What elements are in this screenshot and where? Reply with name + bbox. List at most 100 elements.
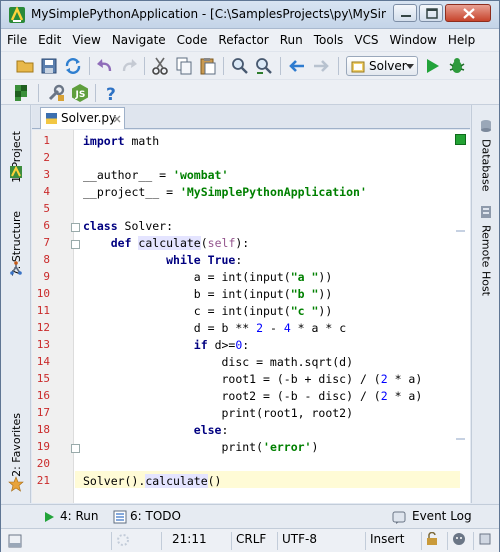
- line-number: 11: [36, 304, 50, 317]
- event-log-button[interactable]: Event Log: [412, 509, 472, 523]
- line-number: 17: [36, 406, 50, 419]
- cut-icon[interactable]: [150, 56, 170, 76]
- favorites-tool-tab[interactable]: 2: Favorites: [3, 410, 29, 480]
- remote-host-tool-tab[interactable]: Remote Host: [475, 221, 497, 299]
- run-tool-icon: [45, 512, 54, 522]
- paste-icon[interactable]: [198, 56, 218, 76]
- right-tool-strip: Database Remote Host: [471, 105, 499, 503]
- menu-tools[interactable]: Tools: [314, 33, 344, 47]
- maximize-icon: [426, 8, 438, 19]
- insert-mode[interactable]: Insert: [365, 532, 421, 550]
- error-stripe-mark[interactable]: [456, 438, 465, 440]
- line-number: 5: [43, 202, 50, 215]
- line-number: 4: [43, 185, 50, 198]
- synchronize-icon[interactable]: [63, 56, 83, 76]
- minimize-button[interactable]: [393, 4, 417, 22]
- menu-window[interactable]: Window: [390, 33, 437, 47]
- debug-bug-icon[interactable]: [447, 56, 467, 76]
- fold-marker[interactable]: [71, 223, 80, 232]
- left-tool-strip: 1: Project 7: Structure 2: Favorites: [1, 105, 31, 503]
- line-number: 2: [43, 151, 50, 164]
- title-bar[interactable]: MySimplePythonApplication - [C:\SamplesP…: [1, 1, 499, 29]
- lock-status[interactable]: [421, 531, 447, 550]
- menu-file[interactable]: File: [7, 33, 27, 47]
- code-line: __project__ = 'MySimplePythonApplication…: [83, 185, 367, 199]
- line-number: 19: [36, 440, 50, 453]
- error-stripe-mark[interactable]: [456, 230, 465, 232]
- secondary-toolbar: JS ?: [1, 79, 499, 105]
- nodejs-icon[interactable]: JS: [70, 83, 90, 103]
- menu-run[interactable]: Run: [280, 33, 303, 47]
- fold-marker[interactable]: [71, 444, 80, 453]
- line-number: 1: [43, 134, 50, 147]
- menu-help[interactable]: Help: [448, 33, 475, 47]
- database-icon: [481, 120, 491, 132]
- save-icon[interactable]: [39, 56, 59, 76]
- menu-view[interactable]: View: [72, 33, 100, 47]
- code-line: root1 = (-b + disc) / (2 * a): [83, 372, 423, 386]
- file-encoding[interactable]: UTF-8: [277, 532, 365, 550]
- fold-marker[interactable]: [71, 240, 80, 249]
- inspector-face-icon: [453, 533, 465, 545]
- menu-edit[interactable]: Edit: [38, 33, 61, 47]
- line-number: 10: [36, 287, 50, 300]
- settings-wrench-icon[interactable]: [46, 83, 66, 103]
- caret-position[interactable]: 21:11: [161, 532, 231, 550]
- menu-refactor[interactable]: Refactor: [218, 33, 268, 47]
- tab-solver-py[interactable]: Solver.py: [40, 107, 125, 129]
- code-line: print(root1, root2): [83, 406, 354, 420]
- code-line: Solver().calculate(): [83, 474, 222, 488]
- code-line: d = b ** 2 - 4 * a * c: [83, 321, 347, 335]
- minimize-icon: [401, 15, 411, 17]
- redo-icon[interactable]: [119, 56, 139, 76]
- back-arrow-icon[interactable]: [287, 56, 307, 76]
- unlock-icon: [427, 531, 437, 545]
- run-configuration-dropdown[interactable]: Solver: [346, 56, 418, 76]
- line-gutter: 1 2 3 4 5 6 7 8 9 10 11 12 13 14 15 16 1…: [32, 130, 74, 503]
- open-folder-icon[interactable]: [15, 56, 35, 76]
- inspector-status[interactable]: [447, 532, 473, 550]
- database-tool-tab[interactable]: Database: [475, 135, 497, 195]
- inspection-status-icon[interactable]: [455, 134, 466, 145]
- run-coverage-icon[interactable]: [13, 83, 33, 103]
- structure-tool-tab[interactable]: 7: Structure: [3, 199, 29, 289]
- tool-windows-toggle-icon[interactable]: [8, 534, 22, 548]
- line-number: 18: [36, 423, 50, 436]
- forward-arrow-icon[interactable]: [311, 56, 331, 76]
- main-toolbar: Solver: [1, 51, 499, 79]
- menu-code[interactable]: Code: [177, 33, 208, 47]
- code-line: if d>=0:: [193, 338, 250, 352]
- window-title: MySimplePythonApplication - [C:\SamplesP…: [31, 7, 386, 21]
- menu-navigate[interactable]: Navigate: [112, 33, 166, 47]
- line-number: 9: [43, 270, 50, 283]
- close-button[interactable]: [445, 4, 491, 22]
- run-tool-button[interactable]: 4: Run: [60, 509, 99, 523]
- code-line: class Solver:: [83, 219, 174, 233]
- line-number: 16: [36, 389, 50, 402]
- code-line: import math: [83, 134, 160, 148]
- copy-icon[interactable]: [174, 56, 194, 76]
- todo-tool-button[interactable]: 6: TODO: [130, 509, 181, 523]
- help-icon[interactable]: ?: [102, 83, 122, 103]
- close-tab-icon[interactable]: [113, 115, 121, 123]
- code-editor[interactable]: 1 2 3 4 5 6 7 8 9 10 11 12 13 14 15 16 1…: [32, 130, 470, 503]
- svg-text:JS: JS: [75, 90, 86, 100]
- code-line: while True:: [166, 253, 243, 267]
- find-icon[interactable]: [230, 56, 250, 76]
- project-tool-icon: [10, 165, 22, 178]
- line-separator[interactable]: CRLF: [231, 532, 277, 550]
- replace-icon[interactable]: [254, 56, 274, 76]
- maximize-button[interactable]: [419, 4, 443, 22]
- project-tool-tab[interactable]: 1: Project: [3, 111, 29, 203]
- line-number: 14: [36, 355, 50, 368]
- code-line: print('error'): [83, 440, 319, 454]
- python-config-icon: [351, 61, 365, 73]
- structure-tool-icon: [10, 261, 22, 275]
- run-icon[interactable]: [422, 56, 442, 76]
- favorites-tool-label: 2: Favorites: [9, 413, 23, 477]
- undo-icon[interactable]: [95, 56, 115, 76]
- menu-vcs[interactable]: VCS: [354, 33, 378, 47]
- line-number: 3: [43, 168, 50, 181]
- line-number: 20: [36, 457, 50, 470]
- memory-indicator[interactable]: [473, 532, 499, 550]
